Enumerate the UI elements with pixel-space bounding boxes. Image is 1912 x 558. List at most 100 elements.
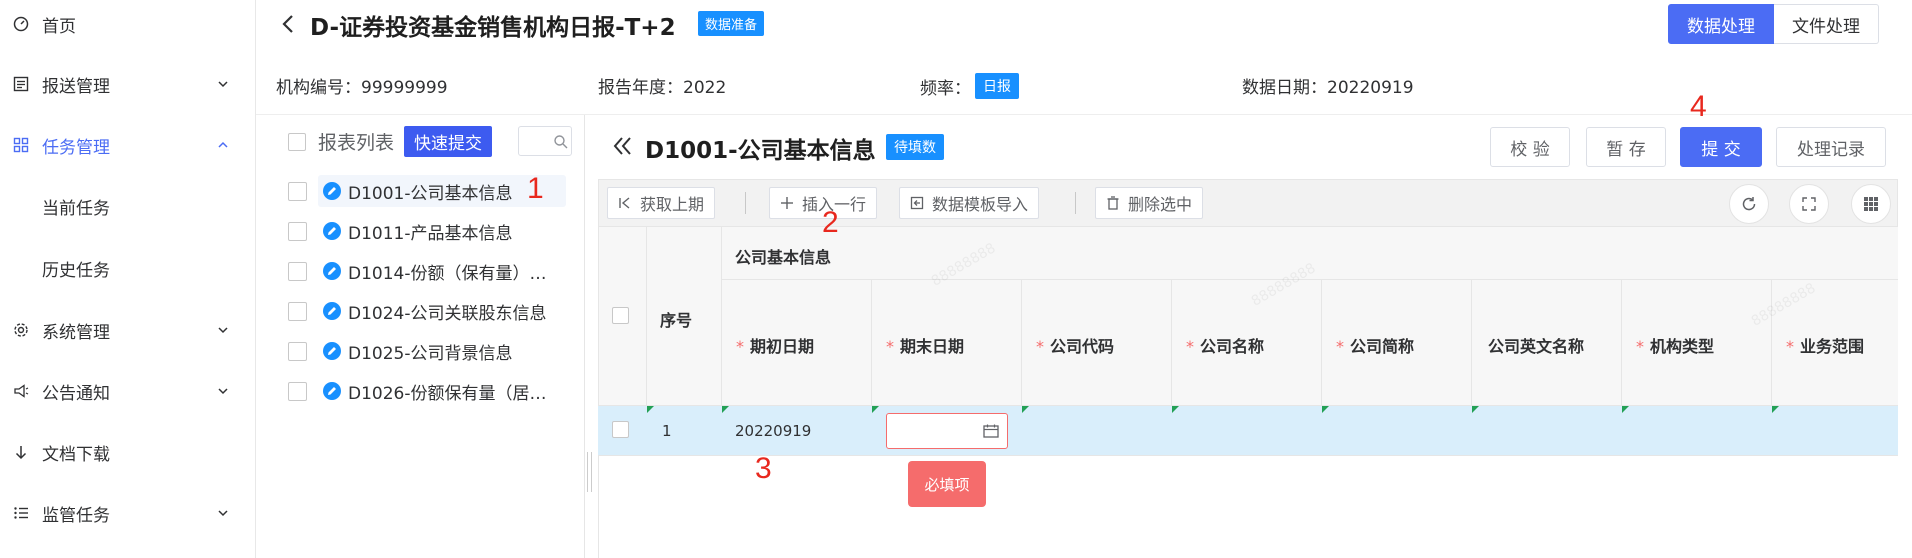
report-checkbox[interactable] xyxy=(288,181,307,201)
nav-announcements[interactable]: 公告通知 xyxy=(0,371,256,411)
megaphone-icon xyxy=(12,382,30,400)
nav-home[interactable]: 首页 xyxy=(0,4,256,44)
status-badge: 数据准备 xyxy=(698,11,765,36)
sidebar: 首页 报送管理 任务管理 当前任务 历史任务 系统管理 公告通知 文档下载 监管… xyxy=(0,0,256,558)
required-field-tooltip: 必填项 xyxy=(908,461,986,507)
annotation-number: 3 xyxy=(755,452,772,485)
report-search-input[interactable] xyxy=(518,126,572,156)
cell-marker xyxy=(872,406,879,413)
header-select-checkbox[interactable] xyxy=(612,307,629,324)
chevron-down-icon xyxy=(218,388,228,395)
grid-dots-icon xyxy=(1864,197,1878,211)
list-icon xyxy=(12,75,30,93)
delete-selected-button[interactable]: 删除选中 xyxy=(1095,187,1204,219)
list-icon xyxy=(12,504,30,522)
submit-button[interactable]: 提 交 xyxy=(1680,127,1762,167)
row-seq: 1 xyxy=(662,422,672,440)
cell-marker xyxy=(1772,406,1779,413)
report-checkbox[interactable] xyxy=(288,381,307,401)
fetch-previous-button[interactable]: 获取上期 xyxy=(607,187,716,219)
cell-marker xyxy=(1472,406,1479,413)
sheet-title: D1001-公司基本信息 xyxy=(645,138,876,164)
report-list-item[interactable]: D1026-份额保有量（居… xyxy=(288,375,566,407)
col-header-business-scope: * 业务范围 xyxy=(1786,337,1865,356)
edit-icon xyxy=(323,262,341,280)
row-start-date[interactable]: 20220919 xyxy=(735,422,811,440)
report-checkbox[interactable] xyxy=(288,221,307,241)
validate-button[interactable]: 校 验 xyxy=(1490,127,1570,167)
trash-icon xyxy=(1107,196,1119,210)
col-header-company-english-name: 公司英文名称 xyxy=(1488,337,1585,356)
chevron-down-icon xyxy=(218,327,228,334)
report-checkbox[interactable] xyxy=(288,341,307,361)
column-settings-button[interactable] xyxy=(1851,184,1891,224)
data-process-button[interactable]: 数据处理 xyxy=(1668,4,1774,44)
search-icon xyxy=(554,135,568,149)
seq-header: 序号 xyxy=(660,311,693,330)
chevron-down-icon xyxy=(218,81,228,88)
row-checkbox[interactable] xyxy=(612,421,629,438)
cell-marker xyxy=(1172,406,1179,413)
cell-marker xyxy=(1622,406,1629,413)
calendar-icon xyxy=(983,424,999,438)
report-checkbox[interactable] xyxy=(288,261,307,281)
quick-submit-button[interactable]: 快速提交 xyxy=(404,126,493,157)
plus-icon xyxy=(781,197,793,209)
org-number: 机构编号：99999999 xyxy=(276,78,448,98)
edit-icon xyxy=(323,182,341,200)
resize-handle[interactable] xyxy=(587,452,592,492)
divider xyxy=(256,114,1912,115)
annotation-number: 1 xyxy=(527,172,544,205)
grid-icon xyxy=(12,136,30,154)
report-list-item[interactable]: D1024-公司关联股东信息 xyxy=(288,295,566,327)
col-header-start-date: * 期初日期 xyxy=(736,337,815,356)
nav-regulatory-tasks[interactable]: 监管任务 xyxy=(0,493,256,533)
report-list-item[interactable]: D1025-公司背景信息 xyxy=(288,335,566,367)
nav-submission-management[interactable]: 报送管理 xyxy=(0,64,256,104)
history-button[interactable]: 处理记录 xyxy=(1776,127,1886,167)
template-import-button[interactable]: 数据模板导入 xyxy=(899,187,1040,219)
save-draft-button[interactable]: 暂 存 xyxy=(1586,127,1666,167)
fullscreen-button[interactable] xyxy=(1789,184,1829,224)
col-rule xyxy=(598,227,599,558)
grid-toolbar: 获取上期 插入一行 数据模板导入 删除选中 xyxy=(598,179,1898,227)
annotation-number: 4 xyxy=(1690,90,1707,123)
col-header-company-abbr: * 公司简称 xyxy=(1336,337,1415,356)
edit-icon xyxy=(323,302,341,320)
refresh-icon xyxy=(1742,197,1756,211)
nav-task-management[interactable]: 任务管理 xyxy=(0,125,256,165)
report-list-item[interactable]: D1011-产品基本信息 xyxy=(288,215,566,247)
nav-document-download[interactable]: 文档下载 xyxy=(0,432,256,472)
report-checkbox[interactable] xyxy=(288,301,307,321)
report-list-item[interactable]: D1001-公司基本信息 xyxy=(288,175,566,207)
refresh-button[interactable] xyxy=(1729,184,1769,224)
panel-divider xyxy=(584,115,585,558)
nav-current-tasks[interactable]: 当前任务 xyxy=(0,186,256,226)
skip-back-icon xyxy=(619,197,630,209)
edit-icon xyxy=(323,342,341,360)
report-year: 报告年度：2022 xyxy=(598,78,727,98)
report-list-header: 报表列表 快速提交 xyxy=(288,126,493,157)
end-date-input[interactable] xyxy=(886,413,1008,449)
select-all-checkbox[interactable] xyxy=(288,132,306,151)
cell-marker xyxy=(1022,406,1029,413)
toolbar-separator xyxy=(745,192,746,214)
page-title: D-证券投资基金销售机构日报-T+2 xyxy=(310,15,676,41)
cell-marker xyxy=(722,406,729,413)
frequency-badge: 日报 xyxy=(975,73,1019,99)
edit-icon xyxy=(323,382,341,400)
cell-marker xyxy=(1322,406,1329,413)
file-process-button[interactable]: 文件处理 xyxy=(1774,4,1879,44)
fullscreen-icon xyxy=(1802,197,1816,211)
back-arrow-icon[interactable] xyxy=(278,10,298,38)
view-toggle: 数据处理 文件处理 xyxy=(1668,4,1879,44)
report-list-label: 报表列表 xyxy=(318,132,395,154)
sheet-status-badge: 待填数 xyxy=(886,134,944,160)
report-list-item[interactable]: D1014-份额（保有量）… xyxy=(288,255,566,287)
nav-system-management[interactable]: 系统管理 xyxy=(0,310,256,350)
nav-history-tasks[interactable]: 历史任务 xyxy=(0,248,256,288)
dashboard-icon xyxy=(12,15,30,33)
frequency: 频率： 日报 xyxy=(920,73,1019,99)
collapse-double-chevron-icon[interactable] xyxy=(612,134,634,158)
chevron-up-icon xyxy=(218,141,228,148)
